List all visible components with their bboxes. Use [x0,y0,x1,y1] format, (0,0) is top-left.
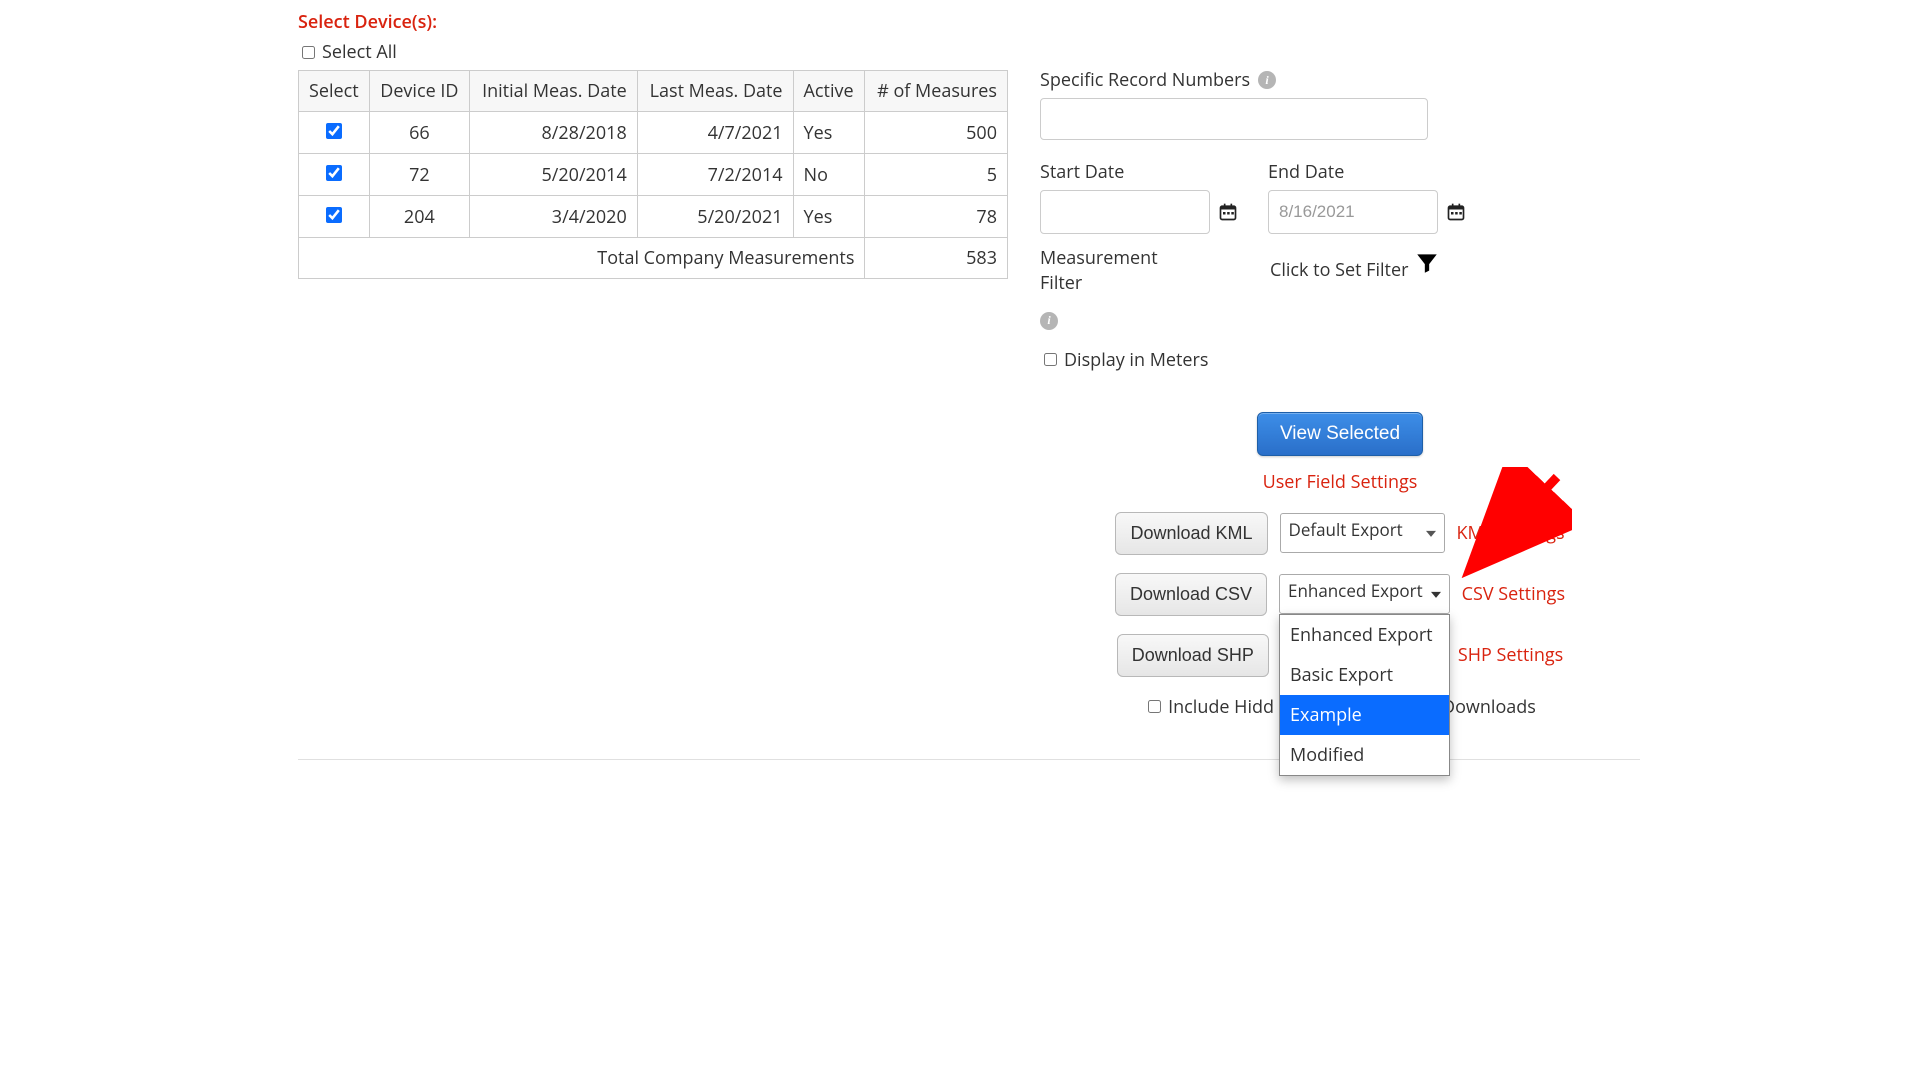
measurement-filter-label-1: Measurement [1040,246,1158,270]
specific-record-label: Specific Record Numbers [1040,68,1250,92]
col-last-date: Last Meas. Date [637,71,793,112]
cell-initial-date: 8/28/2018 [470,112,638,154]
table-header-row: Select Device ID Initial Meas. Date Last… [299,71,1008,112]
select-all-label: Select All [322,40,397,64]
csv-export-select[interactable]: Enhanced Export [1279,574,1450,614]
include-hidden-checkbox[interactable] [1148,700,1161,713]
user-field-settings-link[interactable]: User Field Settings [1263,470,1418,494]
csv-option-basic[interactable]: Basic Export [1280,655,1449,695]
footer-label: Total Company Measurements [299,238,865,279]
calendar-icon[interactable] [1218,202,1238,222]
footer-value: 583 [865,238,1008,279]
click-set-filter-label: Click to Set Filter [1270,258,1408,282]
row-select-checkbox[interactable] [326,165,342,181]
cell-device-id: 66 [369,112,469,154]
csv-option-example[interactable]: Example [1280,695,1449,735]
col-select: Select [299,71,370,112]
measurement-filter-label-2: Filter [1040,271,1082,295]
shp-settings-link[interactable]: SHP Settings [1458,643,1563,667]
end-date-label: End Date [1268,160,1466,184]
download-kml-button[interactable]: Download KML [1115,512,1267,555]
cell-device-id: 72 [369,154,469,196]
cell-measures: 78 [865,196,1008,238]
include-hidden-label-pre: Include Hidd [1168,695,1274,719]
table-footer-row: Total Company Measurements 583 [299,238,1008,279]
cell-last-date: 5/20/2021 [637,196,793,238]
cell-initial-date: 3/4/2020 [470,196,638,238]
cell-device-id: 204 [369,196,469,238]
view-selected-button[interactable]: View Selected [1257,412,1423,456]
table-row: 66 8/28/2018 4/7/2021 Yes 500 [299,112,1008,154]
select-all-checkbox[interactable] [302,46,315,59]
kml-export-select[interactable]: Default Export [1280,513,1445,553]
start-date-label: Start Date [1040,160,1238,184]
cell-active: Yes [793,112,865,154]
col-measures: # of Measures [865,71,1008,112]
col-active: Active [793,71,865,112]
funnel-icon[interactable] [1413,250,1441,276]
download-csv-button[interactable]: Download CSV [1115,573,1267,616]
row-select-checkbox[interactable] [326,123,342,139]
csv-option-enhanced[interactable]: Enhanced Export [1280,615,1449,655]
cell-last-date: 7/2/2014 [637,154,793,196]
display-meters-checkbox[interactable] [1044,353,1057,366]
specific-record-input[interactable] [1040,98,1428,140]
select-devices-heading: Select Device(s): [298,10,1008,34]
include-hidden-label-post: Downloads [1442,695,1536,719]
cell-last-date: 4/7/2021 [637,112,793,154]
kml-settings-link[interactable]: KML Settings [1457,521,1565,545]
col-device-id: Device ID [369,71,469,112]
csv-settings-link[interactable]: CSV Settings [1462,582,1565,606]
info-icon[interactable]: i [1258,71,1276,89]
cell-active: Yes [793,196,865,238]
table-row: 204 3/4/2020 5/20/2021 Yes 78 [299,196,1008,238]
cell-measures: 500 [865,112,1008,154]
cell-active: No [793,154,865,196]
start-date-input[interactable] [1040,190,1210,234]
csv-option-modified[interactable]: Modified [1280,735,1449,775]
row-select-checkbox[interactable] [326,207,342,223]
display-meters-label: Display in Meters [1064,348,1208,372]
calendar-icon[interactable] [1446,202,1466,222]
devices-table: Select Device ID Initial Meas. Date Last… [298,70,1008,279]
end-date-input[interactable] [1268,190,1438,234]
info-icon[interactable]: i [1040,312,1058,330]
download-shp-button[interactable]: Download SHP [1117,634,1269,677]
cell-measures: 5 [865,154,1008,196]
cell-initial-date: 5/20/2014 [470,154,638,196]
table-row: 72 5/20/2014 7/2/2014 No 5 [299,154,1008,196]
col-initial-date: Initial Meas. Date [470,71,638,112]
csv-export-dropdown: Enhanced Export Basic Export Example Mod… [1279,614,1450,776]
